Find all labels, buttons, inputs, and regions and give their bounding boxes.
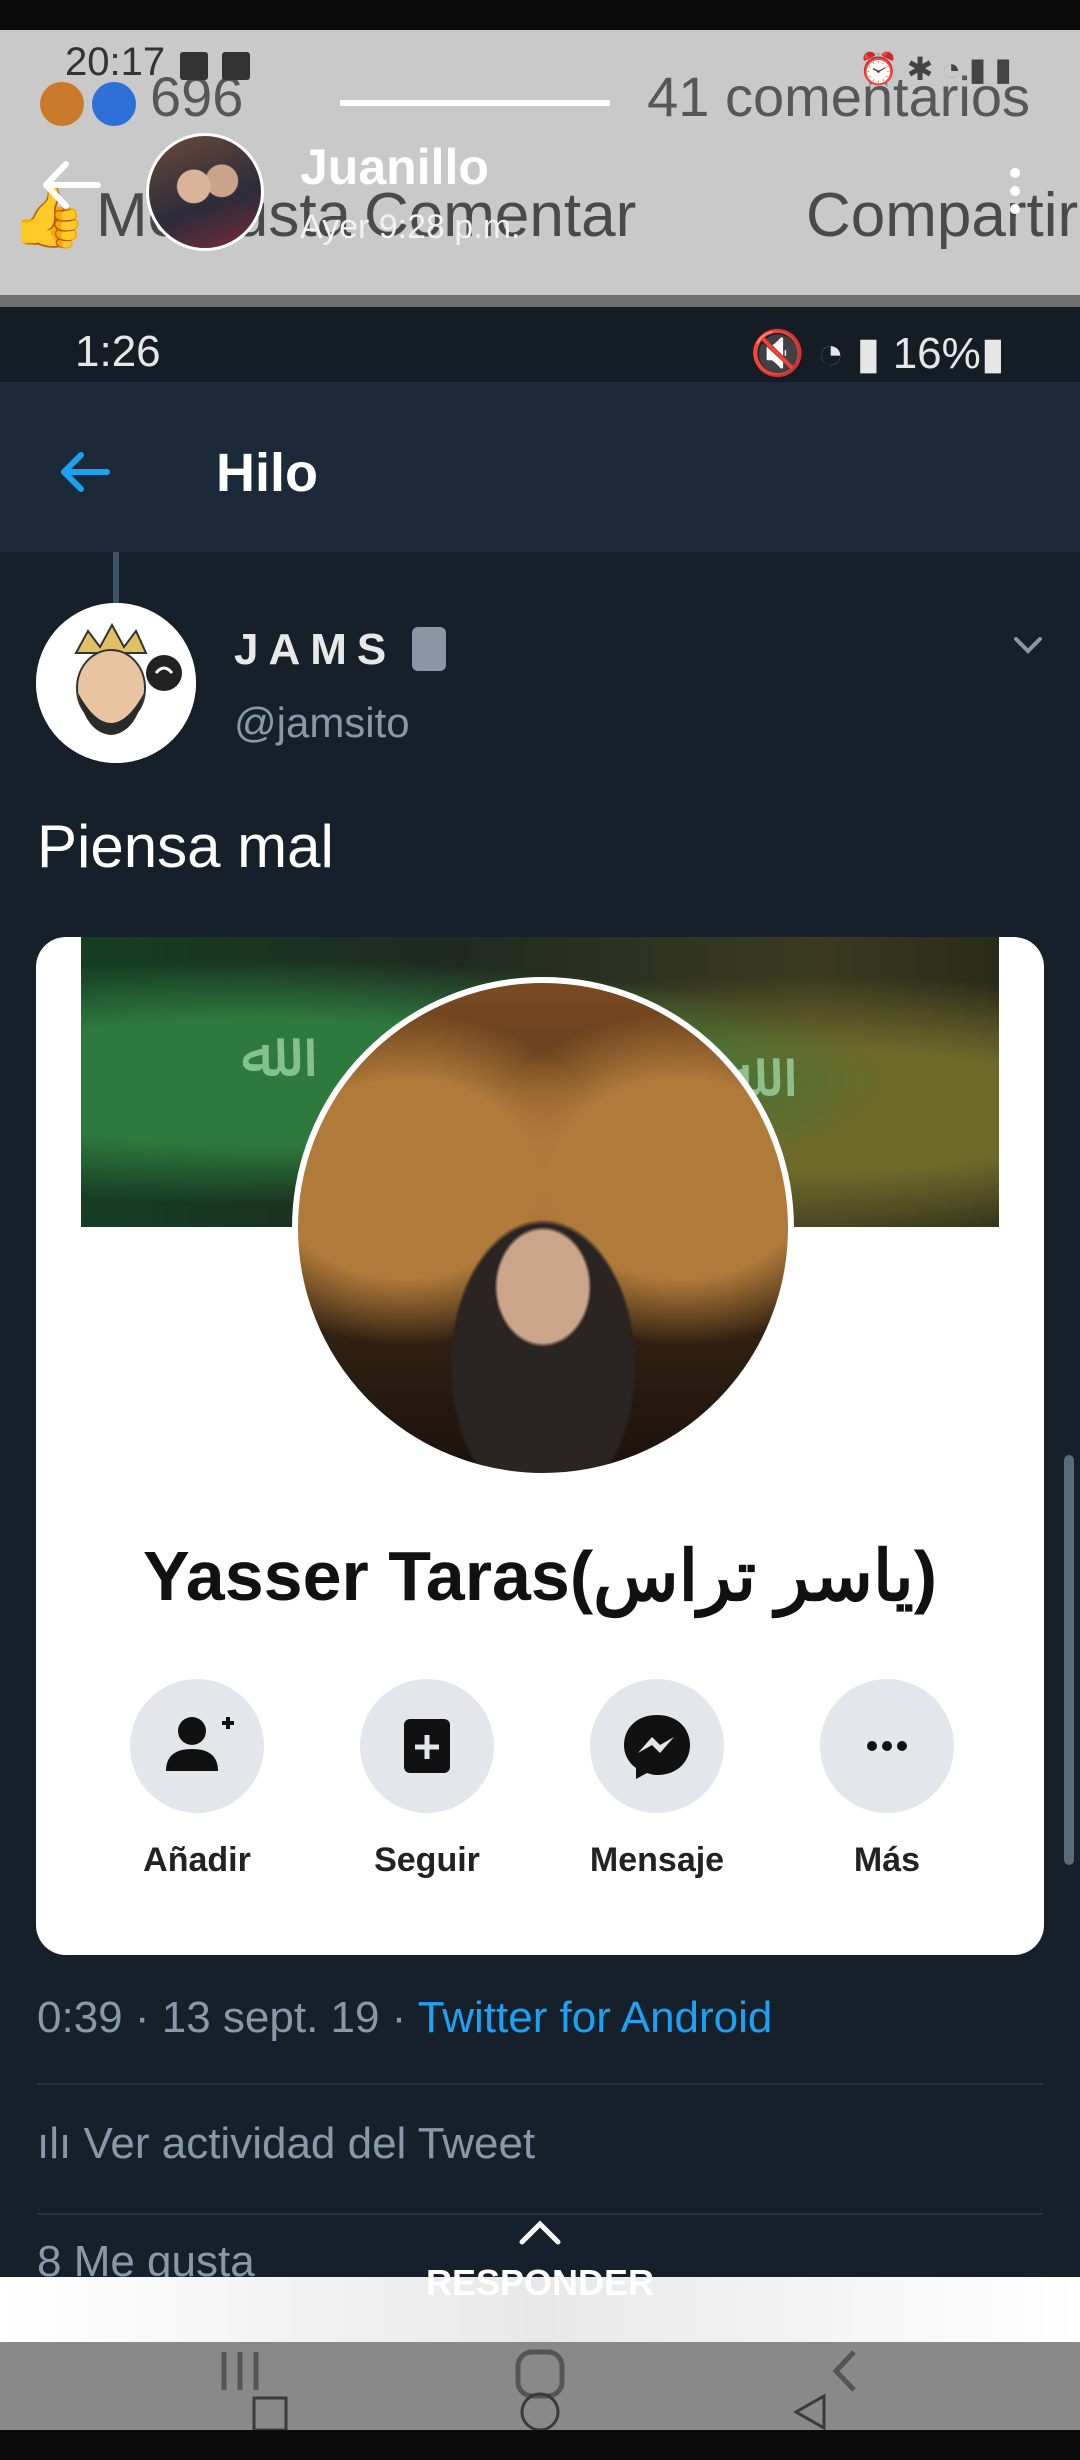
ghost-divider	[340, 100, 610, 106]
outer-status-right-icons: ⏰✱◔▮▮	[859, 50, 1020, 88]
cartoon-avatar-icon	[36, 603, 196, 763]
bar-chart-icon: ılı	[37, 2119, 84, 2168]
recent-apps-icon[interactable]	[210, 2346, 270, 2396]
battery-icon: ▮	[980, 329, 1005, 378]
add-friend-button[interactable]	[130, 1679, 264, 1813]
signal-icon: ▮	[856, 329, 881, 378]
image-top-divider	[0, 295, 1080, 307]
wifi-icon: ◔	[817, 329, 845, 378]
bluetooth-icon: ✱	[906, 51, 942, 87]
back-arrow-icon[interactable]	[36, 150, 106, 220]
top-bezel	[0, 0, 1080, 30]
thread-connector	[113, 552, 119, 604]
page-title: Hilo	[216, 443, 318, 503]
battery-icon: ▮	[994, 51, 1020, 87]
inner-nav-bar	[0, 2342, 1080, 2432]
message-button[interactable]	[590, 1679, 724, 1813]
back-icon[interactable]	[820, 2346, 870, 2396]
back-triangle-icon[interactable]	[788, 2392, 832, 2432]
like-reaction-icon	[92, 82, 136, 126]
twitter-status-time: 1:26	[75, 327, 161, 376]
bottom-bezel	[0, 2430, 1080, 2460]
overview-square-icon[interactable]	[250, 2394, 290, 2434]
post-timestamp: Ayer 9:28 p.m.	[300, 208, 521, 246]
tweet-activity-link[interactable]: ılı Ver actividad del Tweet	[37, 2119, 535, 2169]
tweet-date: 0:39 · 13 sept. 19 ·	[37, 1993, 418, 2042]
tweet-author-avatar[interactable]	[36, 603, 196, 763]
message-label: Mensaje	[589, 1841, 725, 1879]
follow-label: Seguir	[374, 1841, 480, 1879]
haha-reaction-icon	[40, 82, 84, 126]
twitter-header	[0, 382, 1080, 552]
tweet-display-name[interactable]: JAMS	[234, 625, 396, 675]
post-author-name[interactable]: Juanillo	[300, 138, 489, 196]
tweet-source-link[interactable]: Twitter for Android	[418, 1993, 773, 2042]
follow-button[interactable]	[360, 1679, 494, 1813]
twitter-status-bar: 1:26 🔇 ◔ ▮ 16%▮	[0, 307, 1080, 382]
twitter-status-right: 🔇 ◔ ▮ 16%▮	[750, 327, 1005, 379]
alarm-icon: ⏰	[858, 51, 907, 87]
wifi-icon: ◔	[941, 51, 969, 87]
more-options-icon[interactable]	[1000, 160, 1030, 220]
outer-status-left-icons	[180, 52, 264, 85]
more-dots-icon	[867, 1741, 907, 1751]
cover-calligraphy: ﷲ	[241, 1018, 279, 1092]
chevron-down-icon[interactable]	[1008, 625, 1048, 665]
twitter-screenshot: 1:26 🔇 ◔ ▮ 16%▮ Hilo JAMS @jamsito Piens…	[0, 307, 1080, 2277]
tweet-activity-label: Ver actividad del Tweet	[83, 2119, 536, 2168]
add-friend-label: Añadir	[143, 1841, 251, 1879]
more-button[interactable]	[820, 1679, 954, 1813]
author-avatar[interactable]	[146, 133, 264, 251]
battery-percent: 16%	[892, 329, 981, 378]
image-icon	[180, 52, 208, 80]
s-icon	[222, 52, 250, 80]
chevron-up-icon[interactable]	[516, 2218, 564, 2248]
follow-icon	[404, 1719, 450, 1773]
reply-button[interactable]: RESPONDER	[0, 2262, 1080, 2304]
share-action: Compartir	[806, 181, 1079, 250]
messenger-icon	[624, 1715, 690, 1779]
twitter-back-arrow-icon[interactable]	[55, 442, 115, 502]
add-friend-icon	[166, 1717, 234, 1771]
home-circle-icon[interactable]	[516, 2392, 564, 2432]
moai-emoji-icon	[412, 627, 446, 671]
signal-icon: ▮	[968, 51, 995, 87]
scrollbar-thumb[interactable]	[1064, 1455, 1074, 1865]
tweet-text: Piensa mal	[37, 813, 334, 880]
tweet-metadata: 0:39 · 13 sept. 19 · Twitter for Android	[37, 1993, 772, 2043]
divider	[37, 2083, 1043, 2085]
profile-name: Yasser Taras(ياسر تراس)	[142, 1537, 937, 1615]
outer-status-time: 20:17	[65, 40, 166, 84]
profile-photo	[292, 977, 794, 1479]
more-label: Más	[853, 1841, 921, 1879]
mute-icon: 🔇	[750, 329, 806, 378]
divider	[37, 2213, 1043, 2215]
tweet-handle[interactable]: @jamsito	[234, 699, 410, 747]
tweet-media-image[interactable]: ﷲ ﷲ Yasser Taras(ياسر تراس)	[36, 937, 1044, 1955]
